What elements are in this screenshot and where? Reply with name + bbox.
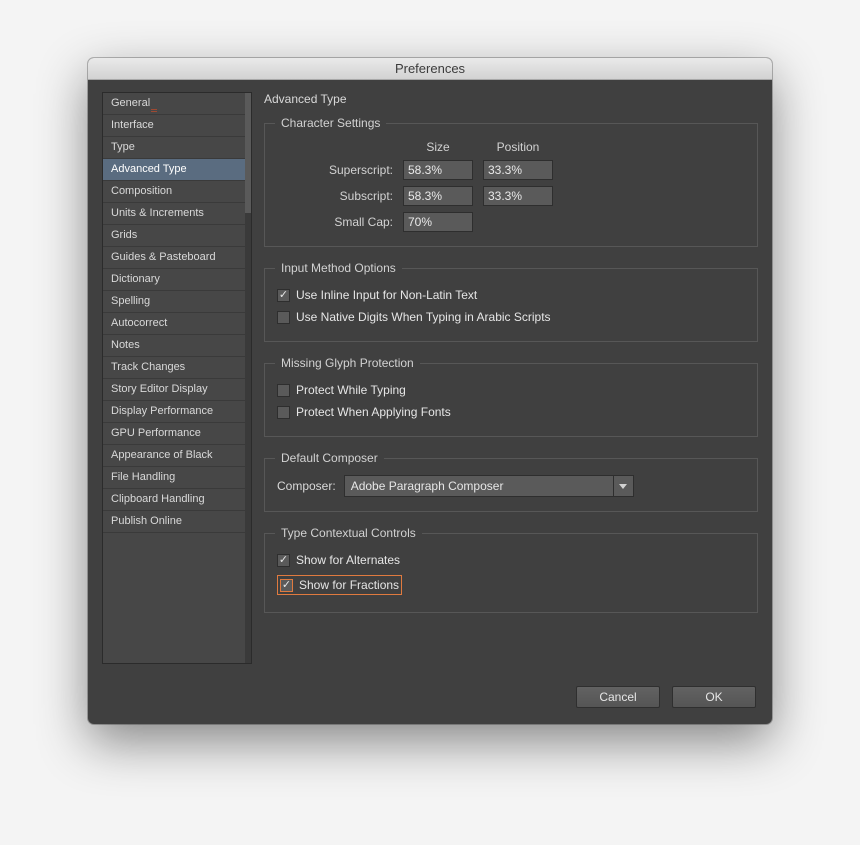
sidebar-item-file-handling[interactable]: File Handling [103, 467, 251, 489]
sidebar-item-units-increments[interactable]: Units & Increments [103, 203, 251, 225]
sidebar-item-spelling[interactable]: Spelling [103, 291, 251, 313]
composer-label: Composer: [277, 479, 336, 493]
glyph-protection-group: Missing Glyph Protection Protect While T… [264, 356, 758, 437]
size-header: Size [403, 140, 473, 154]
sidebar-item-dictionary[interactable]: Dictionary [103, 269, 251, 291]
sidebar-item-gpu-performance[interactable]: GPU Performance [103, 423, 251, 445]
sidebar-item-grids[interactable]: Grids [103, 225, 251, 247]
sidebar-scrollbar[interactable] [245, 93, 251, 663]
glyph-protection-legend: Missing Glyph Protection [275, 356, 420, 370]
native-digits-checkbox[interactable] [277, 311, 290, 324]
composer-select[interactable]: Adobe Paragraph Composer [344, 475, 634, 497]
protect-typing-label: Protect While Typing [296, 383, 406, 397]
show-fractions-highlight: Show for Fractions [277, 575, 402, 595]
input-method-legend: Input Method Options [275, 261, 402, 275]
contextual-controls-group: Type Contextual Controls Show for Altern… [264, 526, 758, 613]
protect-fonts-label: Protect When Applying Fonts [296, 405, 451, 419]
window-title: Preferences [395, 61, 465, 76]
superscript-label: Superscript: [277, 163, 393, 177]
sidebar: GeneralInterfaceTypeAdvanced TypeComposi… [102, 92, 252, 664]
subscript-position-input[interactable] [483, 186, 553, 206]
sidebar-item-composition[interactable]: Composition [103, 181, 251, 203]
superscript-position-input[interactable] [483, 160, 553, 180]
main-panel: Advanced Type Character Settings Size Po… [264, 92, 758, 664]
panel-title: Advanced Type [264, 92, 758, 106]
native-digits-label: Use Native Digits When Typing in Arabic … [296, 310, 551, 324]
ok-button[interactable]: OK [672, 686, 756, 708]
character-settings-group: Character Settings Size Position Supersc… [264, 116, 758, 247]
inline-input-checkbox[interactable] [277, 289, 290, 302]
chevron-down-icon [613, 476, 633, 496]
character-settings-legend: Character Settings [275, 116, 386, 130]
contextual-controls-legend: Type Contextual Controls [275, 526, 422, 540]
window-body: GeneralInterfaceTypeAdvanced TypeComposi… [88, 80, 772, 680]
footer: Cancel OK [88, 680, 772, 724]
sidebar-item-autocorrect[interactable]: Autocorrect [103, 313, 251, 335]
show-fractions-label: Show for Fractions [299, 578, 399, 592]
sidebar-item-clipboard-handling[interactable]: Clipboard Handling [103, 489, 251, 511]
sidebar-item-display-performance[interactable]: Display Performance [103, 401, 251, 423]
preferences-window: Preferences GeneralInterfaceTypeAdvanced… [88, 58, 772, 724]
subscript-label: Subscript: [277, 189, 393, 203]
sidebar-item-general[interactable]: General [103, 93, 251, 115]
inline-input-label: Use Inline Input for Non-Latin Text [296, 288, 477, 302]
sidebar-item-interface[interactable]: Interface [103, 115, 251, 137]
protect-typing-checkbox[interactable] [277, 384, 290, 397]
sidebar-scroll-thumb[interactable] [245, 93, 251, 213]
show-fractions-checkbox[interactable] [280, 579, 293, 592]
default-composer-legend: Default Composer [275, 451, 384, 465]
smallcap-label: Small Cap: [277, 215, 393, 229]
sidebar-item-track-changes[interactable]: Track Changes [103, 357, 251, 379]
sidebar-item-appearance-of-black[interactable]: Appearance of Black [103, 445, 251, 467]
cancel-button[interactable]: Cancel [576, 686, 660, 708]
composer-value: Adobe Paragraph Composer [345, 479, 613, 493]
subscript-size-input[interactable] [403, 186, 473, 206]
show-alternates-label: Show for Alternates [296, 553, 400, 567]
sidebar-item-notes[interactable]: Notes [103, 335, 251, 357]
input-method-group: Input Method Options Use Inline Input fo… [264, 261, 758, 342]
show-alternates-checkbox[interactable] [277, 554, 290, 567]
sidebar-item-type[interactable]: Type [103, 137, 251, 159]
sidebar-item-publish-online[interactable]: Publish Online [103, 511, 251, 533]
sidebar-item-advanced-type[interactable]: Advanced Type [103, 159, 251, 181]
sidebar-item-guides-pasteboard[interactable]: Guides & Pasteboard [103, 247, 251, 269]
smallcap-size-input[interactable] [403, 212, 473, 232]
protect-fonts-checkbox[interactable] [277, 406, 290, 419]
default-composer-group: Default Composer Composer: Adobe Paragra… [264, 451, 758, 512]
titlebar[interactable]: Preferences [88, 58, 772, 80]
sidebar-item-story-editor-display[interactable]: Story Editor Display [103, 379, 251, 401]
position-header: Position [483, 140, 553, 154]
superscript-size-input[interactable] [403, 160, 473, 180]
